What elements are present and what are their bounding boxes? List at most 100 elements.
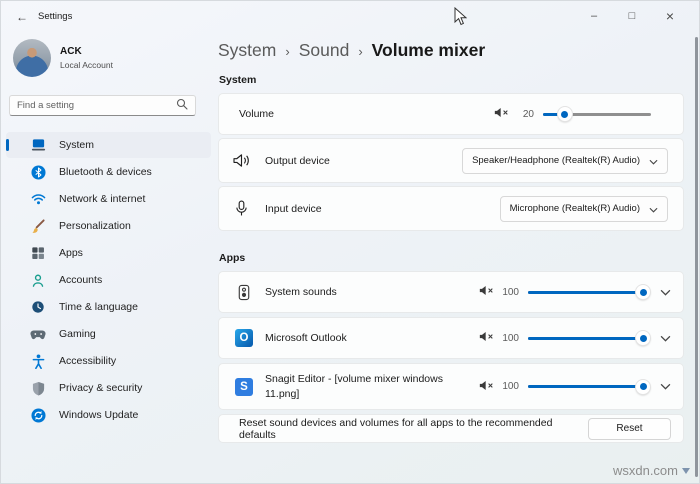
volume-label: Volume	[239, 108, 274, 120]
app-volume-controls: 100	[479, 283, 671, 301]
sidebar-item-time-language[interactable]: Time & language	[6, 294, 211, 320]
volume-row: Volume 20	[218, 93, 684, 135]
app-volume-slider[interactable]	[528, 285, 648, 299]
close-icon: ×	[666, 8, 674, 24]
speaker-mute-icon[interactable]	[479, 283, 494, 301]
sidebar-item-network-internet[interactable]: Network & internet	[6, 186, 211, 212]
sidebar-item-label: Personalization	[59, 220, 131, 232]
slider-thumb[interactable]	[636, 331, 650, 345]
search-input[interactable]	[17, 100, 176, 111]
sidebar-item-privacy-security[interactable]: Privacy & security	[6, 375, 211, 401]
sidebar-item-personalization[interactable]: Personalization	[6, 213, 211, 239]
slider-thumb[interactable]	[636, 285, 650, 299]
title-bar: ← Settings – □ ×	[1, 1, 699, 33]
expand-row-button[interactable]	[659, 383, 671, 390]
sidebar-item-system[interactable]: System	[6, 132, 211, 158]
gaming-icon	[30, 326, 46, 342]
time-language-icon	[30, 299, 46, 315]
app-volume-value: 100	[501, 381, 519, 392]
page-title: Volume mixer	[372, 40, 485, 61]
account-name: ACK	[60, 46, 113, 57]
sidebar-nav: System Bluetooth & devices Network & int…	[6, 132, 211, 429]
expand-row-button[interactable]	[659, 335, 671, 342]
app-row-snagit-editor: S Snagit Editor - [volume mixer windows …	[218, 363, 684, 410]
output-device-row: Output device Speaker/Headphone (Realtek…	[218, 138, 684, 183]
minimize-icon: –	[591, 10, 597, 22]
bluetooth-icon	[30, 164, 46, 180]
sidebar-item-bluetooth-devices[interactable]: Bluetooth & devices	[6, 159, 211, 185]
breadcrumb-system[interactable]: System	[218, 40, 276, 61]
sidebar-item-accessibility[interactable]: Accessibility	[6, 348, 211, 374]
watermark-text: wsxdn.com	[613, 463, 678, 478]
app-name: Microsoft Outlook	[265, 331, 347, 345]
slider-thumb[interactable]	[636, 380, 650, 394]
network-icon	[30, 191, 46, 207]
output-device-label: Output device	[265, 155, 330, 167]
app-volume-controls: 100	[479, 329, 671, 347]
speaker-mute-icon[interactable]	[494, 105, 509, 123]
sidebar-item-label: Gaming	[59, 328, 96, 340]
settings-window: ← Settings – □ × ACK Local Account	[0, 0, 700, 484]
outlook-logo-icon: O	[235, 329, 253, 347]
sidebar-item-label: Accounts	[59, 274, 102, 286]
account-type: Local Account	[60, 60, 113, 70]
close-button[interactable]: ×	[651, 5, 689, 27]
app-row-microsoft-outlook: O Microsoft Outlook 100	[218, 317, 684, 359]
app-volume-value: 100	[501, 287, 519, 298]
app-volume-slider[interactable]	[528, 331, 648, 345]
accounts-icon	[30, 272, 46, 288]
sidebar-item-apps[interactable]: Apps	[6, 240, 211, 266]
sidebar-item-label: Bluetooth & devices	[59, 166, 152, 178]
sidebar-item-windows-update[interactable]: Windows Update	[6, 402, 211, 428]
section-header-system: System	[219, 74, 684, 86]
sidebar-item-label: Apps	[59, 247, 83, 259]
back-button[interactable]: ←	[11, 8, 33, 26]
input-device-label: Input device	[265, 203, 322, 215]
volume-value: 20	[516, 109, 534, 120]
speaker-mute-icon[interactable]	[479, 378, 494, 396]
output-device-value: Speaker/Headphone (Realtek(R) Audio)	[472, 155, 640, 166]
slider-fill	[528, 291, 648, 294]
input-device-row: Input device Microphone (Realtek(R) Audi…	[218, 186, 684, 231]
watermark-icon	[682, 468, 690, 474]
slider-fill	[528, 337, 648, 340]
breadcrumb-sound[interactable]: Sound	[299, 40, 350, 61]
window-controls: – □ ×	[575, 5, 689, 27]
section-header-apps: Apps	[219, 252, 684, 264]
slider-thumb[interactable]	[558, 107, 572, 121]
slider-fill	[528, 385, 648, 388]
sidebar-item-accounts[interactable]: Accounts	[6, 267, 211, 293]
sidebar-item-label: Accessibility	[59, 355, 116, 367]
output-device-dropdown[interactable]: Speaker/Headphone (Realtek(R) Audio)	[462, 148, 668, 174]
volume-slider[interactable]	[543, 107, 651, 121]
search-box[interactable]	[9, 95, 196, 116]
breadcrumb-separator-icon: ›	[276, 44, 298, 59]
sidebar-item-label: Windows Update	[59, 409, 138, 421]
avatar	[13, 39, 51, 77]
reset-description: Reset sound devices and volumes for all …	[239, 417, 588, 441]
speaker-mute-icon[interactable]	[479, 329, 494, 347]
sidebar: ACK Local Account System Bluetooth & dev…	[1, 33, 218, 483]
maximize-icon: □	[629, 10, 636, 22]
app-volume-controls: 100	[479, 378, 671, 396]
app-name: System sounds	[265, 285, 337, 299]
sidebar-item-label: System	[59, 139, 94, 151]
speaker-box-icon	[235, 283, 253, 301]
app-volume-value: 100	[501, 333, 519, 344]
input-device-dropdown[interactable]: Microphone (Realtek(R) Audio)	[500, 196, 668, 222]
privacy-security-icon	[30, 380, 46, 396]
sidebar-item-label: Time & language	[59, 301, 138, 313]
system-icon	[30, 137, 46, 153]
sidebar-item-gaming[interactable]: Gaming	[6, 321, 211, 347]
mouse-cursor	[454, 7, 467, 31]
scrollbar[interactable]	[695, 37, 698, 477]
app-row-system-sounds: System sounds 100	[218, 271, 684, 313]
minimize-button[interactable]: –	[575, 5, 613, 27]
maximize-button[interactable]: □	[613, 5, 651, 27]
window-title: Settings	[38, 11, 72, 22]
reset-button[interactable]: Reset	[588, 418, 671, 440]
expand-row-button[interactable]	[659, 289, 671, 296]
app-volume-slider[interactable]	[528, 380, 648, 394]
account-card[interactable]: ACK Local Account	[13, 39, 113, 77]
account-text: ACK Local Account	[60, 46, 113, 70]
